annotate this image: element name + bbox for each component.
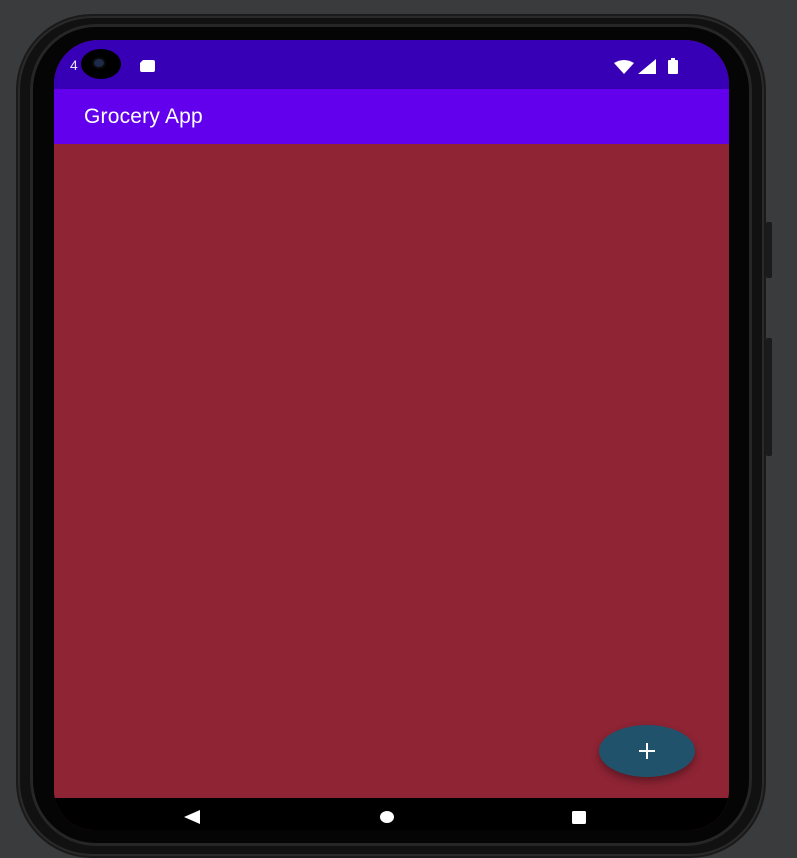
phone-screen: 4 Grocery App xyxy=(54,40,729,830)
status-bar: 4 xyxy=(54,40,729,89)
app-bar: Grocery App xyxy=(54,89,729,144)
power-button[interactable] xyxy=(766,338,772,456)
wifi-icon xyxy=(614,60,634,74)
plus-icon xyxy=(639,743,655,759)
add-item-button[interactable] xyxy=(599,725,695,777)
navigation-bar xyxy=(54,798,729,830)
battery-icon xyxy=(668,58,678,74)
status-time: 4 xyxy=(70,57,78,73)
emulator-stage: 4 Grocery App xyxy=(0,0,797,858)
home-icon[interactable] xyxy=(380,811,394,823)
volume-button[interactable] xyxy=(766,222,772,278)
signal-icon xyxy=(638,59,656,74)
grocery-list-area xyxy=(54,144,729,798)
front-camera xyxy=(81,49,121,79)
recents-icon[interactable] xyxy=(572,811,586,824)
back-icon[interactable] xyxy=(184,810,200,824)
app-title: Grocery App xyxy=(84,105,203,128)
sd-card-icon xyxy=(140,60,155,72)
